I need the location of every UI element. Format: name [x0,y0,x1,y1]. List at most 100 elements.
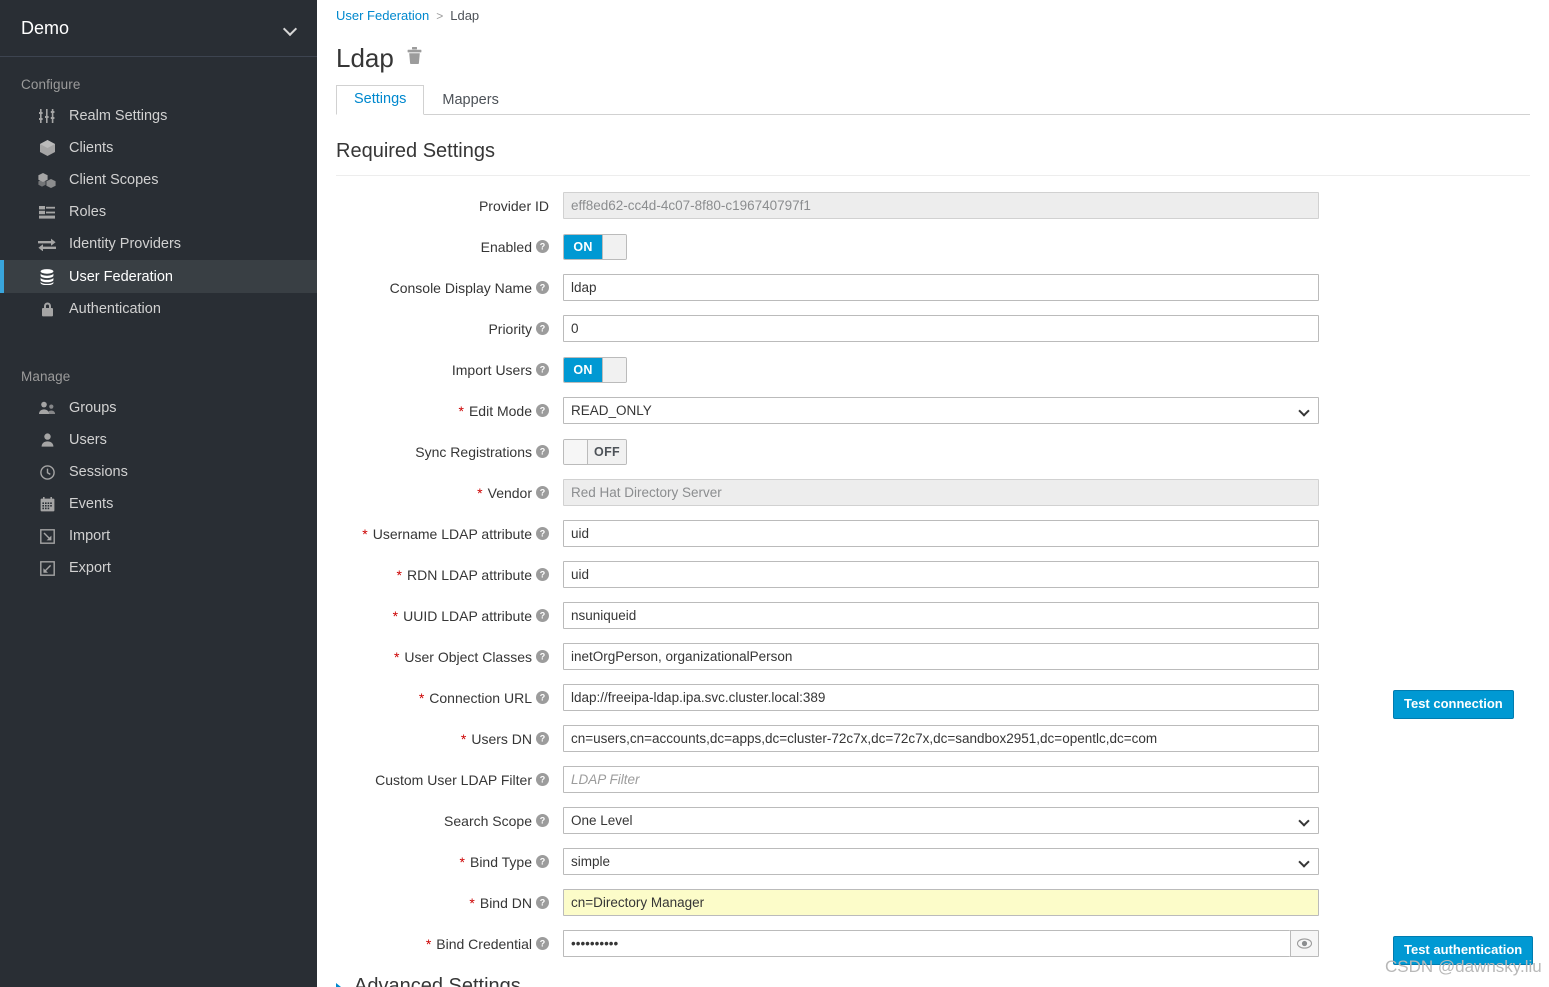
svg-text:?: ? [540,406,546,416]
lock-icon [36,301,58,317]
help-icon[interactable]: ? [536,691,549,704]
field-search-scope: One Level [563,807,1319,834]
help-icon[interactable]: ? [536,732,549,745]
label-search-scope: Search Scope ? [317,813,563,829]
help-icon[interactable]: ? [536,855,549,868]
section-divider [336,175,1530,176]
sidebar-item-label: Clients [69,140,114,157]
label-priority: Priority ? [317,321,563,337]
sidebar-item-roles[interactable]: Roles [0,196,317,228]
svg-text:?: ? [540,816,546,826]
field-console-display-name [563,274,1319,301]
svg-text:?: ? [540,693,546,703]
realm-selector[interactable]: Demo [0,0,317,57]
sidebar-item-client-scopes[interactable]: Client Scopes [0,164,317,196]
sidebar-item-identity-providers[interactable]: Identity Providers [0,228,317,260]
label-text: Search Scope [444,812,532,829]
breadcrumb-current: Ldap [450,8,480,23]
sidebar-item-sessions[interactable]: Sessions [0,456,317,488]
tab-mappers[interactable]: Mappers [424,86,516,115]
eye-icon[interactable] [1290,930,1319,957]
database-icon [36,268,58,285]
svg-text:?: ? [540,611,546,621]
import-users-toggle[interactable]: ON [563,356,627,383]
required-marker: * [392,607,399,624]
field-connection-url [563,684,1319,711]
edit-mode-select[interactable]: READ_ONLY [563,397,1319,424]
help-icon[interactable]: ? [536,814,549,827]
help-icon[interactable]: ? [536,486,549,499]
help-icon[interactable]: ? [536,609,549,622]
label-text: RDN LDAP attribute [406,566,532,583]
help-icon[interactable]: ? [536,281,549,294]
label-text: Bind DN [479,894,532,911]
sidebar-item-import[interactable]: Import [0,520,317,552]
help-icon[interactable]: ? [536,363,549,376]
help-icon[interactable]: ? [536,445,549,458]
test-connection-button[interactable]: Test connection [1393,690,1514,719]
exchange-icon [36,236,58,252]
help-icon[interactable]: ? [536,404,549,417]
uuid-ldap-attribute-input[interactable] [563,602,1319,629]
help-icon[interactable]: ? [536,527,549,540]
form-row-bind-credential: * Bind Credential ? [317,923,1549,964]
sidebar-item-export[interactable]: Export [0,552,317,584]
help-icon[interactable]: ? [536,773,549,786]
svg-text:?: ? [540,570,546,580]
sidebar-item-label: Identity Providers [69,236,182,253]
sidebar-item-label: Roles [69,204,107,221]
form-row-search-scope: Search Scope ? One Level [317,800,1549,841]
page-title: Ldap [336,43,394,73]
label-uuid-ldap-attribute: * UUID LDAP attribute ? [317,608,563,624]
required-marker: * [418,689,425,706]
connection-url-input[interactable] [563,684,1319,711]
search-scope-select[interactable]: One Level [563,807,1319,834]
label-bind-credential: * Bind Credential ? [317,936,563,952]
help-icon[interactable]: ? [536,568,549,581]
field-provider-id [563,192,1319,219]
bind-type-select[interactable]: simple [563,848,1319,875]
username-ldap-attribute-input[interactable] [563,520,1319,547]
help-icon[interactable]: ? [536,322,549,335]
main-content: User Federation > Ldap Ldap Settings Map… [317,0,1549,987]
sidebar-item-users[interactable]: Users [0,424,317,456]
list-icon [36,204,58,220]
sidebar-item-groups[interactable]: Groups [0,392,317,424]
sidebar-item-user-federation[interactable]: User Federation [0,260,317,293]
svg-text:?: ? [540,898,546,908]
help-icon[interactable]: ? [536,937,549,950]
trash-icon[interactable] [407,47,422,69]
sidebar-item-events[interactable]: Events [0,488,317,520]
sidebar: Demo Configure Realm Settings Clients Cl… [0,0,317,987]
help-icon[interactable]: ? [536,896,549,909]
cube-icon [36,140,58,156]
chevron-down-icon [284,24,297,32]
priority-input[interactable] [563,315,1319,342]
users-dn-input[interactable] [563,725,1319,752]
sidebar-item-clients[interactable]: Clients [0,132,317,164]
user-object-classes-input[interactable] [563,643,1319,670]
custom-user-ldap-filter-input[interactable] [563,766,1319,793]
sync-registrations-toggle[interactable]: OFF [563,438,627,465]
svg-text:?: ? [540,447,546,457]
label-bind-type: * Bind Type ? [317,854,563,870]
nav-group-configure: Configure Realm Settings Clients Client … [0,57,317,325]
sidebar-item-realm-settings[interactable]: Realm Settings [0,100,317,132]
breadcrumb-link-user-federation[interactable]: User Federation [336,8,429,23]
import-arrow-icon [36,528,58,544]
bind-dn-input[interactable] [563,889,1319,916]
sidebar-item-authentication[interactable]: Authentication [0,293,317,325]
section-title-advanced-settings[interactable]: Advanced Settings [336,975,521,987]
rdn-ldap-attribute-input[interactable] [563,561,1319,588]
bind-credential-input[interactable] [563,930,1290,957]
tab-settings[interactable]: Settings [336,84,425,115]
label-bind-dn: * Bind DN ? [317,895,563,911]
users-icon [36,400,58,416]
label-username-ldap-attribute: * Username LDAP attribute ? [317,526,563,542]
help-icon[interactable]: ? [536,240,549,253]
export-arrow-icon [36,560,58,576]
sidebar-item-label: Import [69,528,111,545]
console-display-name-input[interactable] [563,274,1319,301]
enabled-toggle[interactable]: ON [563,233,627,260]
help-icon[interactable]: ? [536,650,549,663]
